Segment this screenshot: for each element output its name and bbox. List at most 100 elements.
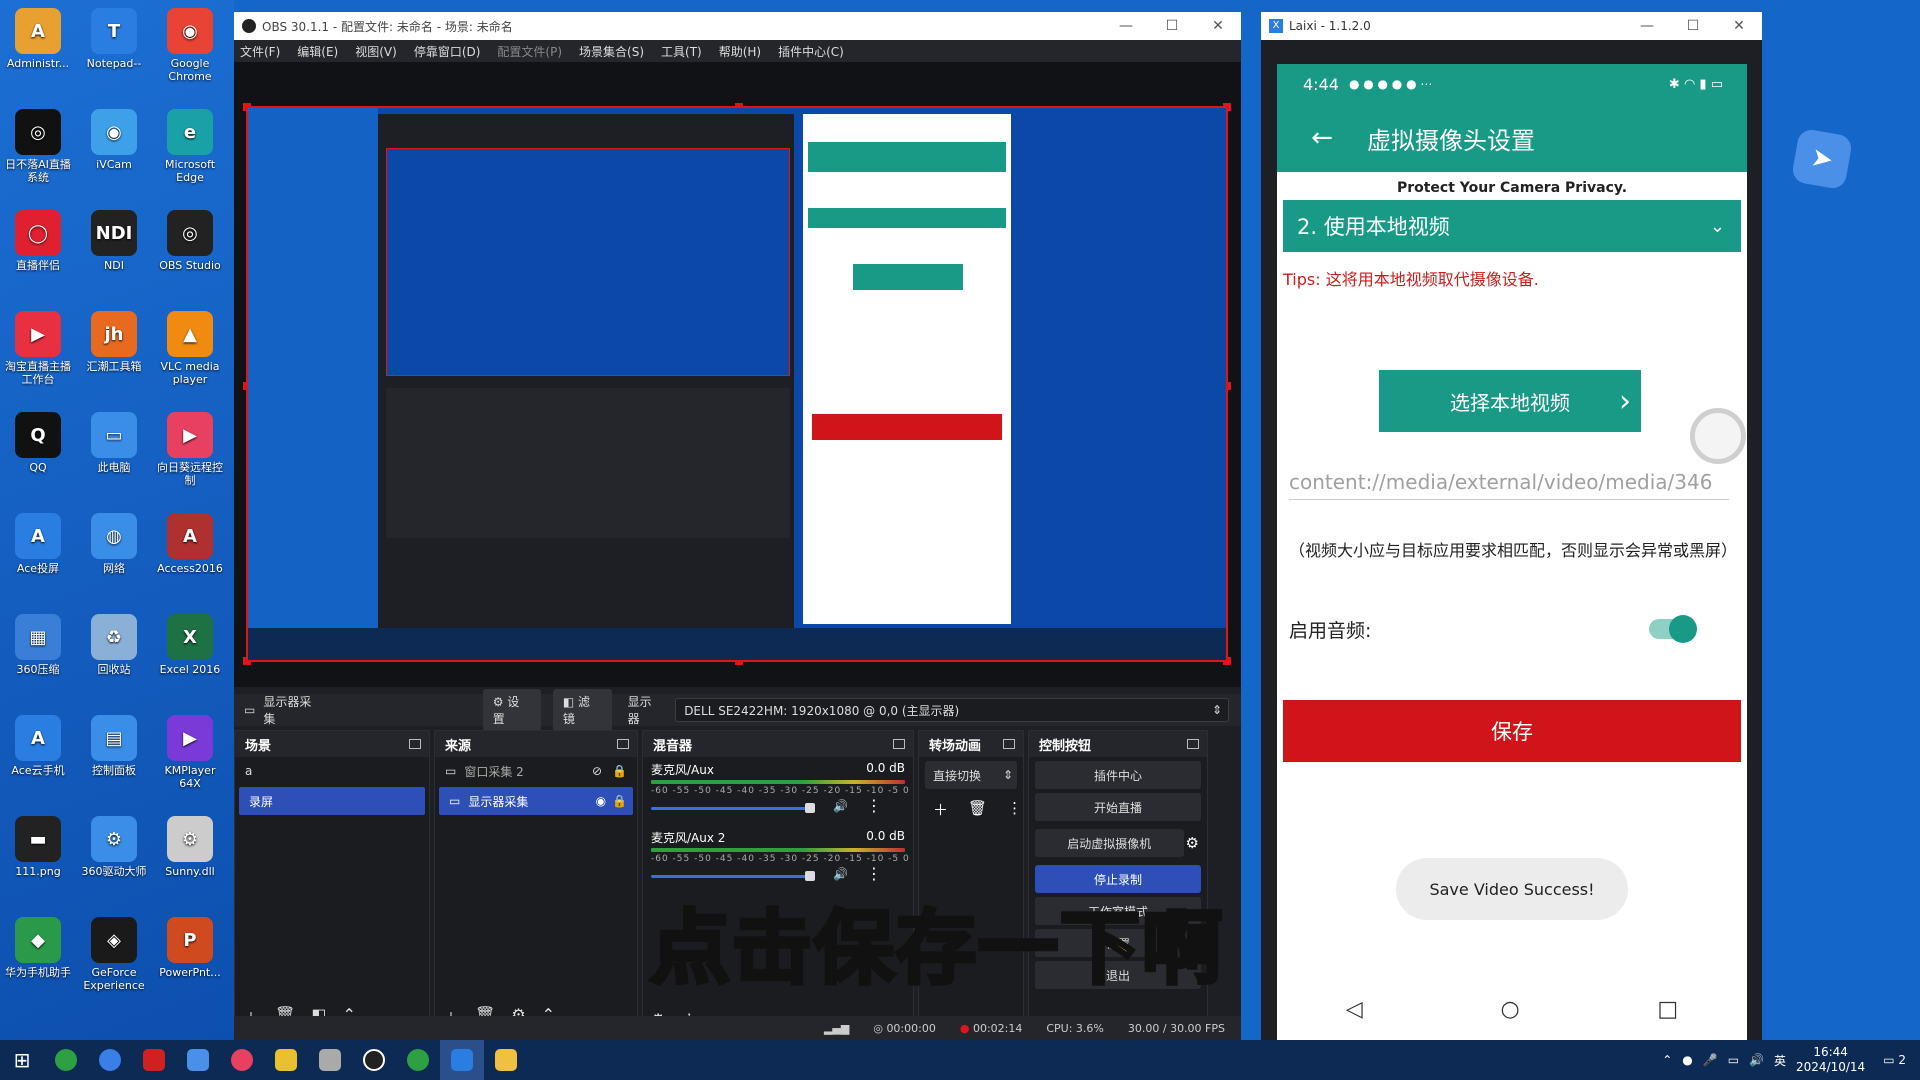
desktop-icon[interactable]: ◈ GeForce Experience	[77, 917, 151, 992]
mode-dropdown[interactable]: 2. 使用本地视频 ⌄	[1283, 200, 1741, 252]
laixi-titlebar[interactable]: X Laixi - 1.1.2.0 — ☐ ✕	[1261, 12, 1762, 40]
volume-slider[interactable]	[651, 871, 815, 881]
undock-icon[interactable]	[617, 739, 629, 749]
volume-slider[interactable]	[651, 803, 815, 813]
desktop-icon[interactable]: T Notepad--	[77, 8, 151, 70]
transition-select[interactable]: 直接切换 ⇕	[925, 761, 1017, 789]
desktop-icon[interactable]: ◎ OBS Studio	[153, 210, 227, 272]
desktop-icon[interactable]: NDI NDI	[77, 210, 151, 272]
menu-item[interactable]: 工具(T)	[661, 43, 702, 60]
desktop-icon[interactable]: e Microsoft Edge	[153, 109, 227, 184]
live-app-icon[interactable]	[220, 1040, 264, 1080]
menu-item[interactable]: 停靠窗口(D)	[414, 43, 481, 60]
start-streaming-button[interactable]: 开始直播	[1035, 793, 1201, 821]
minimize-icon[interactable]: —	[1624, 18, 1670, 34]
floating-app-icon[interactable]: ➤	[1790, 127, 1854, 191]
desktop-icon[interactable]: ▦ 360压缩	[1, 614, 75, 676]
laixi-float-icon[interactable]	[176, 1040, 220, 1080]
select-local-video-button[interactable]: 选择本地视频 ›	[1379, 370, 1641, 432]
eye-hidden-icon[interactable]: ⊘	[592, 764, 602, 778]
notification-icon[interactable]: ▭ 2	[1883, 1053, 1906, 1067]
close-icon[interactable]: ✕	[1716, 18, 1762, 34]
gear-icon[interactable]: ⚙	[1186, 834, 1199, 852]
source-item-selected[interactable]: ▭ 显示器采集 ◉ 🔒	[439, 787, 633, 815]
desktop-icon[interactable]: ◉ Google Chrome	[153, 8, 227, 83]
desktop-icon[interactable]: A Administr...	[1, 8, 75, 70]
menu-item[interactable]: 文件(F)	[240, 43, 280, 60]
notepad-icon[interactable]	[264, 1040, 308, 1080]
network-icon[interactable]: ▭	[1728, 1053, 1739, 1067]
undock-icon[interactable]	[1003, 739, 1015, 749]
scene-item-selected[interactable]: 录屏	[239, 787, 425, 815]
plugin-center-button[interactable]: 插件中心	[1035, 761, 1201, 789]
obs-preview[interactable]	[234, 62, 1241, 687]
desktop-icon[interactable]: ◯ 直播伴侣	[1, 210, 75, 272]
desktop-icon[interactable]: ▶ KMPlayer 64X	[153, 715, 227, 790]
wps-icon[interactable]	[132, 1040, 176, 1080]
audio-toggle[interactable]	[1649, 615, 1697, 643]
clock[interactable]: 16:44 2024/10/14	[1796, 1045, 1865, 1075]
settings-button[interactable]: ⚙ 设置	[482, 689, 541, 731]
source-item[interactable]: ▭ 窗口采集 2 ⊘ 🔒	[435, 757, 637, 785]
ime-indicator[interactable]: 英	[1774, 1052, 1786, 1069]
desktop-icon[interactable]: ◉ iVCam	[77, 109, 151, 171]
desktop-icon[interactable]: A Access2016	[153, 513, 227, 575]
desktop-icon[interactable]: ▶ 淘宝直播主播工作台	[1, 311, 75, 386]
undock-icon[interactable]	[1187, 739, 1199, 749]
desktop-icon[interactable]: ▲ VLC media player	[153, 311, 227, 386]
menu-item[interactable]: 插件中心(C)	[778, 43, 844, 60]
add-icon[interactable]: ＋	[933, 799, 948, 820]
desktop-icon[interactable]: ◆ 华为手机助手	[1, 917, 75, 979]
volume-icon[interactable]: 🔊	[1749, 1053, 1764, 1067]
start-icon[interactable]: ⊞	[0, 1040, 44, 1080]
wechat-tray-icon[interactable]: ●	[1682, 1053, 1692, 1067]
menu-item[interactable]: 配置文件(P)	[497, 43, 562, 60]
desktop-icon[interactable]: ♻ 回收站	[77, 614, 151, 676]
floating-ball[interactable]	[1690, 408, 1746, 464]
laixi-icon[interactable]	[440, 1040, 484, 1080]
speaker-icon[interactable]: 🔊	[833, 867, 848, 881]
desktop-icon[interactable]: ▭ 此电脑	[77, 412, 151, 474]
close-icon[interactable]: ✕	[1195, 18, 1241, 34]
menu-item[interactable]: 编辑(E)	[297, 43, 338, 60]
eye-icon[interactable]: ◉	[596, 794, 606, 808]
desktop-icon[interactable]: ⚙ Sunny.dll	[153, 816, 227, 878]
display-select[interactable]: DELL SE2422HM: 1920x1080 @ 0,0 (主显示器) ⇕	[675, 698, 1229, 722]
undock-icon[interactable]	[893, 739, 905, 749]
desktop-icon[interactable]: ◎ 日不落AI直播系统	[1, 109, 75, 184]
desktop-icon[interactable]: A Ace云手机	[1, 715, 75, 777]
nav-back-icon[interactable]: ◁	[1346, 997, 1363, 1022]
device-icon[interactable]	[308, 1040, 352, 1080]
desktop-icon[interactable]: Q QQ	[1, 412, 75, 474]
desktop-icon[interactable]: ▤ 控制面板	[77, 715, 151, 777]
back-arrow-icon[interactable]: ←	[1277, 123, 1367, 153]
filters-button[interactable]: ◧ 滤镜	[552, 689, 612, 731]
more-icon[interactable]: ⋮	[866, 864, 882, 883]
menu-item[interactable]: 视图(V)	[355, 43, 397, 60]
nav-home-icon[interactable]: ○	[1500, 997, 1519, 1022]
desktop-icon[interactable]: X Excel 2016	[153, 614, 227, 676]
scene-item[interactable]: a	[235, 757, 429, 785]
more-icon[interactable]: ⋮	[1007, 799, 1022, 820]
desktop-icon[interactable]: ⚙ 360驱动大师	[77, 816, 151, 878]
minimize-icon[interactable]: —	[1103, 18, 1149, 34]
menu-item[interactable]: 场景集合(S)	[579, 43, 644, 60]
browser-360-icon[interactable]	[44, 1040, 88, 1080]
maximize-icon[interactable]: ☐	[1149, 18, 1195, 34]
desktop-icon[interactable]: ◍ 网络	[77, 513, 151, 575]
speaker-icon[interactable]: 🔊	[833, 799, 848, 813]
trash-icon[interactable]: 🗑	[968, 799, 987, 820]
lock-icon[interactable]: 🔒	[612, 794, 627, 808]
wechat-icon[interactable]	[396, 1040, 440, 1080]
save-button[interactable]: 保存	[1283, 700, 1741, 762]
undock-icon[interactable]	[409, 739, 421, 749]
desktop-icon[interactable]: P PowerPnt...	[153, 917, 227, 979]
start-virtual-camera-button[interactable]: 启动虚拟摄像机	[1035, 829, 1184, 857]
lock-icon[interactable]: 🔒	[612, 764, 627, 778]
nav-recents-icon[interactable]: □	[1657, 997, 1678, 1022]
file-explorer-icon[interactable]	[484, 1040, 528, 1080]
desktop-icon[interactable]: A Ace投屏	[1, 513, 75, 575]
more-icon[interactable]: ⋮	[866, 796, 882, 815]
maximize-icon[interactable]: ☐	[1670, 18, 1716, 34]
desktop-icon[interactable]: ▶ 向日葵远程控制	[153, 412, 227, 487]
